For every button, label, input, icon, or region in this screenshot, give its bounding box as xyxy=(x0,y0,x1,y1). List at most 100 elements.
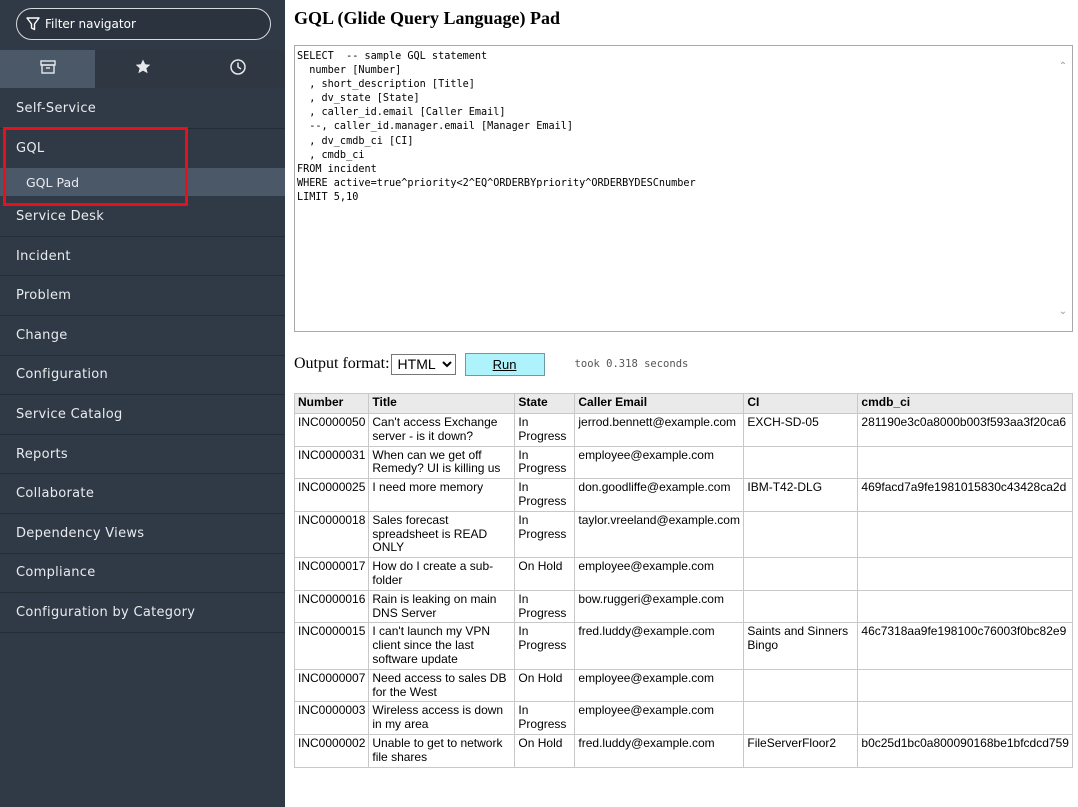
page-title: GQL (Glide Query Language) Pad xyxy=(294,8,561,28)
sidebar-item-service-catalog[interactable]: Service Catalog xyxy=(0,395,285,435)
cell-cmdb-ci xyxy=(857,668,1074,703)
cell-title: Wireless access is down in my area xyxy=(368,701,516,735)
cell-title: I can't launch my VPN client since the l… xyxy=(368,622,516,670)
sidebar-item-incident[interactable]: Incident xyxy=(0,237,285,277)
query-input[interactable]: SELECT -- sample GQL statement number [N… xyxy=(295,46,1055,329)
cell-title: When can we get off Remedy? UI is killin… xyxy=(368,445,516,480)
sidebar-item-configuration-by-category[interactable]: Configuration by Category xyxy=(0,593,285,633)
sidebar-item-compliance[interactable]: Compliance xyxy=(0,554,285,594)
table-row: INC0000015 I can't launch my VPN client s… xyxy=(293,622,1074,670)
navigator-sidebar: Self-Service GQL GQL Pad Service Desk In… xyxy=(0,0,285,807)
cell-state: In Progress xyxy=(514,510,576,559)
navigator-tabs xyxy=(0,50,285,88)
cell-number: INC0000003 xyxy=(293,701,370,735)
cell-state: On Hold xyxy=(514,733,576,768)
sidebar-item-dependency-views[interactable]: Dependency Views xyxy=(0,514,285,554)
table-row: INC0000017 How do I create a sub-folder On… xyxy=(293,557,1074,591)
column-header: Number xyxy=(293,393,370,414)
column-header: Title xyxy=(368,393,516,414)
cell-state: On Hold xyxy=(514,557,576,591)
sidebar-item-collaborate[interactable]: Collaborate xyxy=(0,474,285,514)
cell-cmdb-ci: 281190e3c0a8000b003f593aa3f20ca6 xyxy=(857,413,1074,447)
cell-state: In Progress xyxy=(514,413,576,447)
sidebar-item-problem[interactable]: Problem xyxy=(0,276,285,316)
sidebar-item-gql[interactable]: GQL xyxy=(0,129,285,169)
cell-title: Need access to sales DB for the West xyxy=(368,668,516,703)
cell-cmdb-ci xyxy=(857,589,1074,624)
query-editor: SELECT -- sample GQL statement number [N… xyxy=(294,45,1073,332)
cell-cmdb-ci: 46c7318aa9fe198100c76003f0bc82e9 xyxy=(857,622,1074,670)
cell-title: Unable to get to network file shares xyxy=(368,733,516,768)
cell-caller-email: employee@example.com xyxy=(574,445,745,480)
cell-ci: EXCH-SD-05 xyxy=(743,413,859,447)
cell-state: In Progress xyxy=(514,701,576,735)
cell-ci xyxy=(743,445,859,480)
column-header: Caller Email xyxy=(574,393,745,414)
sidebar-item-service-desk[interactable]: Service Desk xyxy=(0,197,285,237)
sidebar-item-self-service[interactable]: Self-Service xyxy=(0,89,285,129)
column-header: CI xyxy=(743,393,859,414)
cell-state: In Progress xyxy=(514,589,576,624)
output-format-select[interactable]: HTML xyxy=(390,353,456,375)
chevron-down-icon[interactable]: ⌄ xyxy=(1058,307,1068,317)
cell-title: Rain is leaking on main DNS Server xyxy=(368,589,516,624)
table-row: INC0000003 Wireless access is down in my … xyxy=(293,701,1074,735)
cell-number: INC0000007 xyxy=(293,668,370,703)
navigator-list: Self-Service GQL GQL Pad Service Desk In… xyxy=(0,89,285,633)
cell-state: On Hold xyxy=(514,668,576,703)
table-row: INC0000016 Rain is leaking on main DNS Se… xyxy=(293,589,1074,624)
cell-number: INC0000018 xyxy=(293,510,370,559)
cell-ci xyxy=(743,589,859,624)
cell-state: In Progress xyxy=(514,622,576,670)
column-header: State xyxy=(514,393,576,414)
cell-caller-email: employee@example.com xyxy=(574,701,745,735)
cell-ci xyxy=(743,557,859,591)
sidebar-item-gql-pad[interactable]: GQL Pad xyxy=(0,168,285,197)
cell-ci: Saints and Sinners Bingo xyxy=(743,622,859,670)
tab-all-apps[interactable] xyxy=(0,50,95,88)
table-row: INC0000002 Unable to get to network file … xyxy=(293,733,1074,768)
filter-icon xyxy=(25,16,41,32)
tab-history[interactable] xyxy=(190,50,285,88)
results-body: INC0000050 Can't access Exchange server -… xyxy=(293,413,1074,768)
cell-cmdb-ci xyxy=(857,445,1074,480)
table-row: INC0000031 When can we get off Remedy? UI… xyxy=(293,445,1074,480)
sidebar-item-change[interactable]: Change xyxy=(0,316,285,356)
cell-caller-email: taylor.vreeland@example.com xyxy=(574,510,745,559)
cell-cmdb-ci: 469facd7a9fe1981015830c43428ca2d xyxy=(857,478,1074,512)
cell-caller-email: jerrod.bennett@example.com xyxy=(574,413,745,447)
results-table: Number Title State Caller Email CI cmdb_… xyxy=(293,393,1074,768)
cell-number: INC0000002 xyxy=(293,733,370,768)
cell-number: INC0000050 xyxy=(293,413,370,447)
table-row: INC0000007 Need access to sales DB for th… xyxy=(293,668,1074,703)
cell-caller-email: fred.luddy@example.com xyxy=(574,622,745,670)
tab-favorites[interactable] xyxy=(95,50,190,88)
sidebar-item-configuration[interactable]: Configuration xyxy=(0,356,285,396)
output-format-label: Output format: xyxy=(294,355,390,372)
cell-title: Sales forecast spreadsheet is READ ONLY xyxy=(368,510,516,559)
cell-caller-email: don.goodliffe@example.com xyxy=(574,478,745,512)
run-controls: Output format: HTML Run took 0.318 secon… xyxy=(294,352,688,376)
chevron-up-icon[interactable]: ⌃ xyxy=(1058,62,1068,72)
cell-number: INC0000016 xyxy=(293,589,370,624)
table-header-row: Number Title State Caller Email CI cmdb_… xyxy=(293,393,1074,414)
cell-caller-email: employee@example.com xyxy=(574,557,745,591)
clock-icon xyxy=(229,58,247,80)
filter-navigator[interactable] xyxy=(16,8,271,40)
editor-scrollbar[interactable]: ⌃ ⌄ xyxy=(1055,46,1072,331)
cell-ci xyxy=(743,668,859,703)
column-header: cmdb_ci xyxy=(857,393,1074,414)
cell-ci xyxy=(743,701,859,735)
table-row: INC0000018 Sales forecast spreadsheet is … xyxy=(293,510,1074,559)
cell-cmdb-ci: b0c25d1bc0a800090168be1bfcdcd759 xyxy=(857,733,1074,768)
sidebar-item-reports[interactable]: Reports xyxy=(0,435,285,475)
cell-cmdb-ci xyxy=(857,510,1074,559)
main-content: GQL (Glide Query Language) Pad SELECT --… xyxy=(293,0,1078,807)
run-button[interactable]: Run xyxy=(464,352,545,376)
cell-caller-email: employee@example.com xyxy=(574,668,745,703)
cell-title: How do I create a sub-folder xyxy=(368,557,516,591)
cell-ci: IBM-T42-DLG xyxy=(743,478,859,512)
cell-caller-email: bow.ruggeri@example.com xyxy=(574,589,745,624)
timing-text: took 0.318 seconds xyxy=(574,358,689,370)
filter-navigator-input[interactable] xyxy=(45,17,265,31)
